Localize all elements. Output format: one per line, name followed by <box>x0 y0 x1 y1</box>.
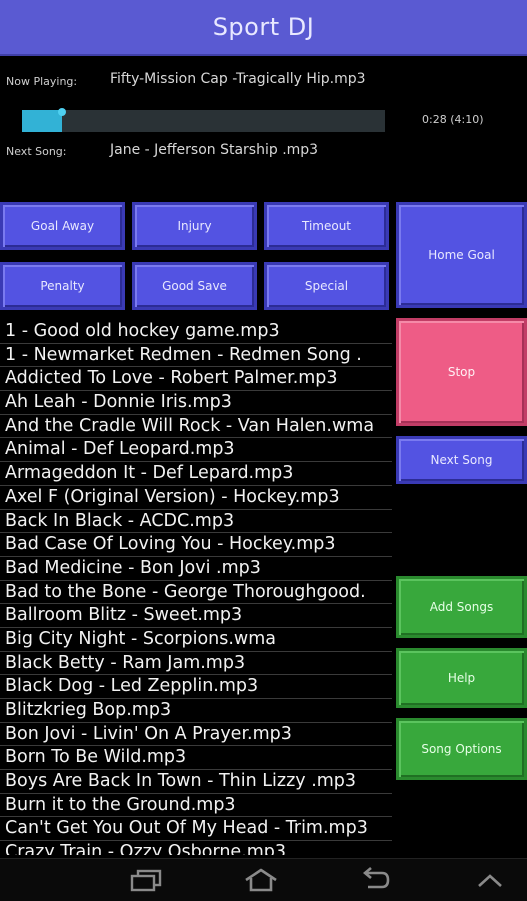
now-playing-label: Now Playing: <box>6 75 78 88</box>
song-list-item[interactable]: Axel F (Original Version) - Hockey.mp3 <box>0 486 392 510</box>
goal-away-button[interactable]: Goal Away <box>0 202 125 250</box>
song-list-item[interactable]: Animal - Def Leopard.mp3 <box>0 438 392 463</box>
home-goal-button[interactable]: Home Goal <box>396 202 527 308</box>
title-bar: Sport DJ <box>0 0 527 56</box>
song-list[interactable]: 1 - Good old hockey game.mp3 1 - Newmarke… <box>0 320 392 855</box>
next-song-button[interactable]: Next Song <box>396 436 527 484</box>
song-list-item[interactable]: Crazy Train - Ozzy Osborne.mp3 <box>0 841 392 855</box>
song-list-item[interactable]: Blitzkrieg Bop.mp3 <box>0 699 392 723</box>
add-songs-button[interactable]: Add Songs <box>396 576 527 638</box>
song-list-item[interactable]: Back In Black - ACDC.mp3 <box>0 510 392 534</box>
now-playing-track: Fifty-Mission Cap -Tragically Hip.mp3 <box>110 71 366 87</box>
song-list-item[interactable]: Bon Jovi - Livin' On A Prayer.mp3 <box>0 723 392 747</box>
song-list-item[interactable]: Burn it to the Ground.mp3 <box>0 794 392 818</box>
next-song-label: Next Song: <box>6 145 67 158</box>
progress-knob[interactable] <box>57 108 66 116</box>
injury-button[interactable]: Injury <box>132 202 257 250</box>
song-list-item[interactable]: Boys Are Back In Town - Thin Lizzy .mp3 <box>0 770 392 794</box>
song-list-item[interactable]: Black Dog - Led Zepplin.mp3 <box>0 675 392 699</box>
song-list-item[interactable]: Ah Leah - Donnie Iris.mp3 <box>0 391 392 415</box>
progress-bar[interactable] <box>22 108 385 132</box>
song-list-item[interactable]: Big City Night - Scorpions.wma <box>0 628 392 652</box>
penalty-button[interactable]: Penalty <box>0 262 125 310</box>
chevron-up-icon[interactable] <box>468 865 512 895</box>
special-button[interactable]: Special <box>264 262 389 310</box>
song-list-item[interactable]: 1 - Newmarket Redmen - Redmen Song . <box>0 344 392 368</box>
song-list-item[interactable]: Bad to the Bone - George Thoroughgood. <box>0 581 392 605</box>
help-button[interactable]: Help <box>396 648 527 708</box>
timeout-button[interactable]: Timeout <box>264 202 389 250</box>
back-icon[interactable] <box>353 865 397 895</box>
song-list-item[interactable]: Can't Get You Out Of My Head - Trim.mp3 <box>0 817 392 842</box>
progress-fill <box>22 110 62 132</box>
good-save-button[interactable]: Good Save <box>132 262 257 310</box>
song-list-item[interactable]: Bad Case Of Loving You - Hockey.mp3 <box>0 533 392 557</box>
song-options-button[interactable]: Song Options <box>396 718 527 780</box>
song-list-item[interactable]: Armageddon It - Def Lepard.mp3 <box>0 462 392 486</box>
recent-apps-icon[interactable] <box>124 865 168 895</box>
song-list-item[interactable]: 1 - Good old hockey game.mp3 <box>0 320 392 344</box>
song-list-item[interactable]: Black Betty - Ram Jam.mp3 <box>0 652 392 676</box>
app-title: Sport DJ <box>212 13 315 41</box>
song-list-item[interactable]: Ballroom Blitz - Sweet.mp3 <box>0 604 392 628</box>
time-readout: 0:28 (4:10) <box>422 113 484 126</box>
song-list-item[interactable]: And the Cradle Will Rock - Van Halen.wma <box>0 415 392 439</box>
song-list-item[interactable]: Born To Be Wild.mp3 <box>0 746 392 771</box>
next-song-track: Jane - Jefferson Starship .mp3 <box>110 142 319 158</box>
stop-button[interactable]: Stop <box>396 318 527 426</box>
home-icon[interactable] <box>239 865 283 895</box>
song-list-item[interactable]: Bad Medicine - Bon Jovi .mp3 <box>0 557 392 581</box>
navigation-bar <box>0 858 527 901</box>
song-list-item[interactable]: Addicted To Love - Robert Palmer.mp3 <box>0 367 392 392</box>
